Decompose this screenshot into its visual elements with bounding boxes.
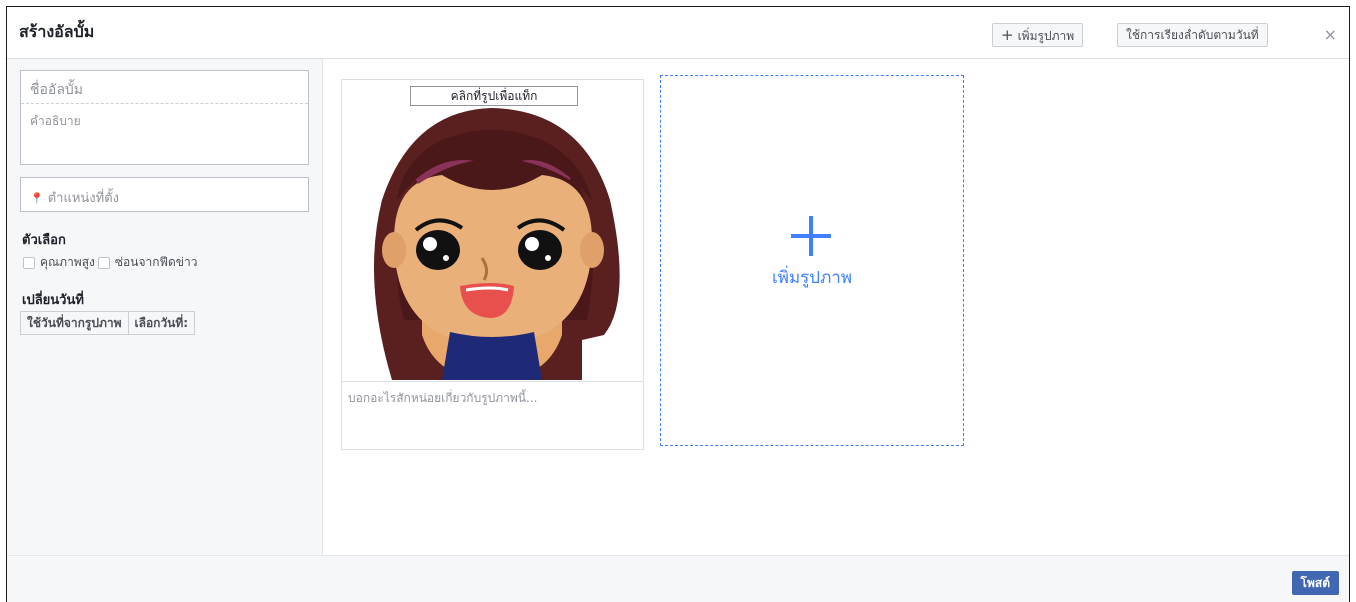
add-photo-tile[interactable]: เพิ่มรูปภาพ: [660, 75, 964, 446]
album-settings-sidebar: ชื่ออัลบั้ม คำอธิบาย 📍 ตำแหน่งที่ตั้ง ตัว…: [7, 59, 323, 555]
photo-caption-field[interactable]: บอกอะไรสักหน่อยเกี่ยวกับรูปภาพนี้...: [348, 389, 537, 408]
choose-date-button[interactable]: เลือกวันที่:: [128, 311, 196, 335]
create-album-dialog: สร้างอัลบั้ม + เพิ่มรูปภาพ ใช้การเรียงลำด…: [6, 6, 1350, 602]
sort-by-date-button[interactable]: ใช้การเรียงลำดับตามวันที่: [1117, 23, 1268, 47]
use-photo-date-button[interactable]: ใช้วันที่จากรูปภาพ: [20, 311, 129, 335]
album-name-field[interactable]: ชื่ออัลบั้ม: [21, 71, 308, 104]
description-field[interactable]: คำอธิบาย: [21, 104, 308, 139]
add-plus-icon: [791, 216, 831, 256]
add-photo-button[interactable]: + เพิ่มรูปภาพ: [992, 23, 1084, 47]
add-photo-button-label: เพิ่มรูปภาพ: [1017, 29, 1075, 43]
date-button-group: ใช้วันที่จากรูปภาพ เลือกวันที่:: [20, 311, 196, 335]
photo-area: คลิกที่รูปเพื่อแท็ก บอกอะไรสักหน่อยเกี่ย…: [323, 59, 1349, 555]
post-button[interactable]: โพสต์: [1291, 571, 1339, 595]
cartoon-girl-image: [374, 108, 620, 380]
hide-from-feed-checkbox[interactable]: [97, 256, 110, 269]
location-field[interactable]: 📍 ตำแหน่งที่ตั้ง: [20, 177, 309, 212]
options-heading: ตัวเลือก: [22, 233, 66, 248]
photo-card: คลิกที่รูปเพื่อแท็ก บอกอะไรสักหน่อยเกี่ย…: [341, 79, 644, 450]
uploaded-photo[interactable]: คลิกที่รูปเพื่อแท็ก: [342, 80, 643, 382]
hide-from-feed-label: ซ่อนจากฟีดข่าว: [114, 255, 198, 269]
high-quality-checkbox[interactable]: [23, 256, 35, 269]
album-info-box: ชื่ออัลบั้ม คำอธิบาย: [20, 70, 309, 165]
options-row: คุณภาพสูง ซ่อนจากฟีดข่าว: [23, 253, 197, 272]
change-date-heading: เปลี่ยนวันที่: [22, 293, 84, 308]
close-icon[interactable]: ×: [1324, 25, 1337, 44]
add-photo-tile-label: เพิ่มรูปภาพ: [771, 268, 853, 288]
location-pin-icon: 📍: [30, 192, 44, 205]
high-quality-label: คุณภาพสูง: [40, 255, 95, 269]
tag-hint: คลิกที่รูปเพื่อแท็ก: [410, 86, 578, 106]
location-placeholder: ตำแหน่งที่ตั้ง: [47, 191, 119, 206]
dialog-footer: โพสต์: [7, 555, 1349, 602]
plus-icon: +: [1001, 26, 1014, 44]
dialog-header: สร้างอัลบั้ม + เพิ่มรูปภาพ ใช้การเรียงลำด…: [7, 7, 1349, 59]
dialog-title: สร้างอัลบั้ม: [19, 22, 95, 41]
